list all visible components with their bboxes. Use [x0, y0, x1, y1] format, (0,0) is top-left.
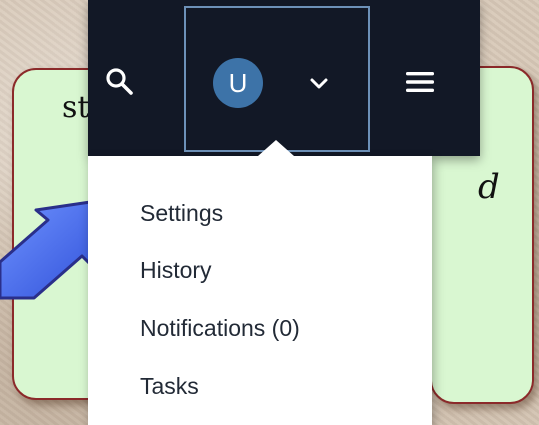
slide-text-fragment-right: d	[478, 167, 500, 207]
menu-item-settings[interactable]: Settings	[140, 200, 223, 227]
search-button[interactable]	[100, 62, 138, 100]
search-icon	[106, 68, 133, 95]
menu-item-history[interactable]: History	[140, 257, 212, 284]
dropdown-caret	[258, 140, 294, 156]
slide-text-fragment-left: st	[62, 90, 90, 125]
user-menu-toggle[interactable]	[184, 6, 370, 152]
hamburger-menu-icon	[406, 72, 434, 92]
user-menu-chevron[interactable]	[306, 72, 332, 96]
hamburger-menu-button[interactable]	[401, 65, 439, 99]
menu-item-tasks[interactable]: Tasks	[140, 373, 199, 400]
menu-item-notifications[interactable]: Notifications (0)	[140, 315, 300, 342]
chevron-down-icon	[310, 78, 328, 89]
avatar[interactable]: U	[213, 58, 263, 108]
